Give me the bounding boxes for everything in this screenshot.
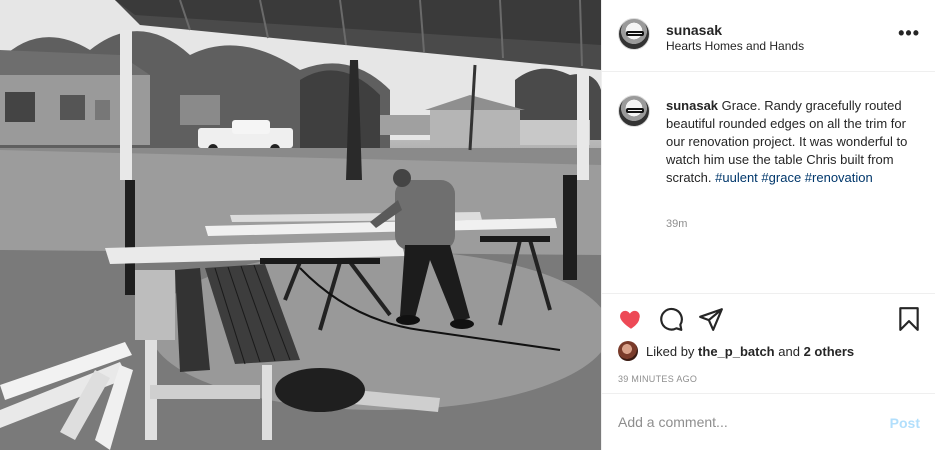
post-header: sunasak Hearts Homes and Hands ••• [602,0,935,72]
post-comment-button[interactable]: Post [890,415,920,431]
post-location[interactable]: Hearts Homes and Hands [666,39,804,53]
hashtag-link[interactable]: #renovation [805,170,873,185]
more-options-icon[interactable]: ••• [898,23,920,44]
caption-section: sunasak Grace. Randy gracefully routed b… [602,72,935,294]
avatar[interactable] [618,18,650,50]
hashtag-link[interactable]: #uulent [715,170,758,185]
liker-username[interactable]: the_p_batch [698,344,775,359]
bookmark-icon[interactable] [896,306,922,332]
post-timestamp[interactable]: 39 MINUTES AGO [618,374,697,384]
comment-icon[interactable] [658,306,684,332]
comment-input[interactable] [618,413,868,431]
likes-summary: Liked by the_p_batch and 2 others [618,340,854,362]
share-icon[interactable] [698,306,724,332]
hashtag-link[interactable]: #grace [761,170,801,185]
caption-time: 39m [666,218,688,230]
likes-joiner: and [778,343,800,359]
liker-avatar[interactable] [618,341,638,361]
caption-avatar[interactable] [618,95,650,127]
heart-icon[interactable] [618,306,644,332]
post-photo[interactable] [0,0,601,450]
likes-others-link[interactable]: 2 others [804,344,855,359]
post-actions: Liked by the_p_batch and 2 others 39 MIN… [602,294,935,394]
photo-scene [0,0,601,450]
post-details-panel: sunasak Hearts Homes and Hands ••• sunas… [601,0,935,450]
caption-username[interactable]: sunasak [666,98,718,113]
caption-text: sunasak Grace. Randy gracefully routed b… [666,97,922,187]
comment-box: Post [602,394,935,450]
likes-prefix: Liked by [646,343,695,359]
post-username[interactable]: sunasak [666,22,722,38]
